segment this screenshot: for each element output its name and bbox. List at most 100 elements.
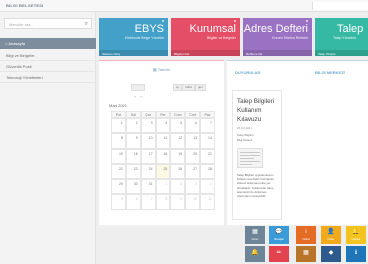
news-panel: DUYURULAR BİLGİ MERKEZİ Talep Bilgileri …	[227, 60, 368, 225]
calendar-day-cell[interactable]: 4	[155, 118, 171, 134]
calendar-day-cell[interactable]: 11	[200, 194, 215, 210]
view-day-tab[interactable]: gün	[194, 84, 206, 91]
next-month-button[interactable]: ›	[138, 94, 144, 99]
calendar-day-cell[interactable]: 1	[111, 118, 126, 134]
info-button[interactable]: ℹ	[346, 246, 366, 262]
calendar-day-cell[interactable]: 22	[111, 163, 126, 180]
app-title: BILGI BELGETESI	[6, 3, 44, 8]
news-card-title[interactable]: Talep Bilgileri Kullanım Kılavuzu	[237, 97, 281, 124]
tile-subtitle: Elektronik Belge Yönetim	[124, 36, 164, 40]
task-button[interactable]: ▦ Görev	[245, 226, 265, 244]
news-heading-right: BİLGİ MERKEZİ	[315, 70, 345, 75]
calendar-day-cell[interactable]: 3	[140, 118, 156, 134]
calendar-day-cell[interactable]: 6	[185, 118, 201, 134]
shield-button[interactable]: ◆	[321, 246, 341, 262]
calendar-day-cell[interactable]: 7	[140, 194, 156, 210]
document-thumbnail[interactable]	[237, 148, 263, 168]
calendar-day-cell[interactable]: 14	[200, 133, 215, 149]
weekday-header: Pzt	[111, 111, 126, 118]
calendar-day-cell[interactable]: 25	[155, 163, 171, 180]
sidebar-search-input[interactable]: Menüde ara... ⌕	[4, 18, 92, 29]
calendar-day-cell[interactable]: 12	[170, 133, 186, 149]
calendar-day-cell[interactable]: 9	[170, 194, 186, 210]
help-button[interactable]: i Yardım	[296, 226, 316, 244]
tile-title: EBYS	[134, 23, 164, 35]
calendar-day-cell[interactable]: 10	[185, 194, 201, 210]
bell-icon: 🔔	[251, 250, 259, 256]
search-icon[interactable]: ⌕	[85, 21, 88, 27]
tile-subtitle: Kurum Telefon Rehberi	[272, 36, 308, 40]
tile-footer-link[interactable]: Sisteme Giriş	[99, 50, 168, 56]
tile-footer-link[interactable]: Talep Oluştur	[315, 50, 368, 56]
info-icon: ℹ	[354, 250, 358, 256]
calendar-day-cell[interactable]: 8	[111, 133, 126, 149]
tile-adres-defteri[interactable]: Adres Defteri Kurum Telefon Rehberi Rehb…	[243, 18, 312, 56]
calendar-grid: Pzt Sal Çar Per Cum Cmt Paz 1 2 3 4 5 6 7 8 9 10 11 12 13 1…	[111, 111, 215, 210]
calendar-day-cell[interactable]: 6	[125, 194, 141, 210]
calendar-day-cell[interactable]: 2	[125, 118, 141, 134]
calendar-day-cell[interactable]: 30	[125, 179, 141, 195]
calendar-day-cell[interactable]: 31	[140, 179, 156, 195]
contacts-button[interactable]: 👤 Kişiler	[321, 226, 341, 244]
sidebar-item-teknoloji[interactable]: Teknoloji Yönetimleri	[0, 72, 96, 83]
calendar-day-cell[interactable]: 20	[185, 148, 201, 164]
box-icon: ▦	[303, 250, 309, 256]
tile-talep[interactable]: Talep Talep Yönetimi Talep Oluştur	[315, 18, 368, 56]
info-icon: i	[305, 229, 307, 235]
edit-button[interactable]: ✏	[269, 246, 289, 262]
view-month-tab[interactable]: ay	[173, 84, 183, 91]
calendar-day-cell[interactable]: 5	[111, 194, 126, 210]
tile-footer-link[interactable]: Rehbere Git	[243, 50, 312, 56]
calendar-day-cell[interactable]: 27	[185, 163, 201, 180]
calendar-day-cell[interactable]: 19	[170, 148, 186, 164]
calendar-day-cell[interactable]: 2	[170, 179, 186, 195]
tile-corner-icon	[305, 19, 308, 22]
calendar-day-cell[interactable]: 11	[155, 133, 171, 149]
news-card-body: Talep Bilgileri uygulamasının kullanımın…	[237, 173, 274, 199]
calendar-nav: ‹ ›	[131, 84, 145, 99]
weekday-header: Sal	[125, 111, 141, 118]
top-search-field[interactable]	[312, 2, 368, 10]
tile-footer-link[interactable]: Bilgileri Gör	[171, 50, 240, 56]
tile-title: Talep	[337, 23, 364, 35]
alerts-button[interactable]: 🔔 Uyarılar	[346, 226, 366, 244]
calendar-day-cell[interactable]: 15	[111, 148, 126, 164]
calendar-day-cell[interactable]: 1	[155, 179, 171, 195]
calendar-week-row: 22 23 24 25 26 27 28	[111, 163, 215, 180]
calendar-day-cell[interactable]: 29	[111, 179, 126, 195]
notification-button[interactable]: 🔔	[245, 246, 265, 262]
top-bar: BILGI BELGETESI	[0, 0, 368, 12]
messages-button[interactable]: 💬 Mesajlar	[269, 226, 289, 244]
calendar-day-cell[interactable]: 5	[170, 118, 186, 134]
calendar-day-cell[interactable]: 28	[200, 163, 215, 180]
sidebar-item-guvenlik[interactable]: Güvenlik Posti	[0, 61, 96, 72]
calendar-view-tabs: ay hafta gün	[173, 84, 206, 91]
archive-button[interactable]: ▦	[296, 246, 316, 262]
news-card[interactable]: Talep Bilgileri Kullanım Kılavuzu 26.03.…	[232, 90, 282, 220]
calendar-day-cell[interactable]: 4	[200, 179, 215, 195]
calendar-day-cell[interactable]: 26	[170, 163, 186, 180]
calendar-icon: ▦	[152, 67, 157, 72]
calendar-day-cell[interactable]: 16	[125, 148, 141, 164]
calendar-day-cell[interactable]: 21	[200, 148, 215, 164]
calendar-day-cell[interactable]: 9	[125, 133, 141, 149]
view-week-tab[interactable]: hafta	[182, 84, 195, 91]
tile-subtitle: Bilgiler ve Belgeler	[207, 36, 236, 40]
calendar-day-cell[interactable]: 10	[140, 133, 156, 149]
calendar-day-cell[interactable]: 24	[140, 163, 156, 180]
calendar-day-cell[interactable]: 17	[140, 148, 156, 164]
calendar-day-cell[interactable]: 8	[155, 194, 171, 210]
grid-icon: ▦	[252, 229, 258, 235]
chat-icon: 💬	[275, 229, 283, 235]
weekday-header: Paz	[200, 111, 215, 118]
calendar-day-cell[interactable]: 3	[185, 179, 201, 195]
tile-ebys[interactable]: EBYS Elektronik Belge Yönetim Sisteme Gi…	[99, 18, 168, 56]
calendar-day-cell[interactable]: 7	[200, 118, 215, 134]
calendar-day-cell[interactable]: 23	[125, 163, 141, 180]
sidebar-item-bilgi[interactable]: Bilgi ve Belgeler	[0, 50, 96, 61]
calendar-day-cell[interactable]: 18	[155, 148, 171, 164]
calendar-day-cell[interactable]: 13	[185, 133, 201, 149]
tile-kurumsal[interactable]: Kurumsal Bilgiler ve Belgeler Bilgileri …	[171, 18, 240, 56]
sidebar-item-anasayfa[interactable]: ⌂ Anasayfa	[0, 38, 96, 49]
tile-corner-icon	[161, 19, 164, 22]
